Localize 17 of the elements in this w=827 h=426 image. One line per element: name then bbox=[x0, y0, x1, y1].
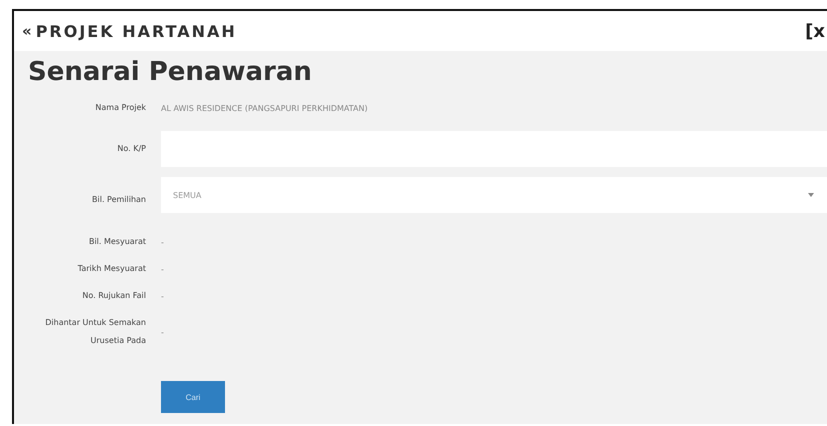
page-title: Senarai Penawaran bbox=[28, 56, 313, 87]
field-value: - bbox=[161, 264, 164, 274]
field-label: No. Rujukan Fail bbox=[81, 290, 146, 302]
field-value: AL AWIS RESIDENCE (PANGSAPURI PERKHIDMATAN) bbox=[161, 104, 368, 112]
field-label: Nama Projek bbox=[94, 102, 146, 114]
field-label: Bil. Mesyuarat bbox=[88, 236, 146, 248]
close-button[interactable]: [x bbox=[805, 20, 825, 42]
field-label: Dihantar Untuk Semakan Urusetia Pada bbox=[44, 317, 146, 347]
caret-icon bbox=[807, 192, 815, 198]
field-value: - bbox=[161, 292, 164, 300]
field-label: Tarikh Mesyuarat bbox=[76, 263, 146, 275]
field-value: - bbox=[161, 238, 164, 246]
field-label: No. K/P bbox=[116, 143, 146, 155]
back-icon[interactable]: « bbox=[22, 22, 32, 40]
section-title: PROJEK HARTANAH bbox=[36, 22, 237, 40]
field-value: - bbox=[161, 328, 164, 336]
field-label: Bil. Pemilihan bbox=[91, 194, 146, 206]
